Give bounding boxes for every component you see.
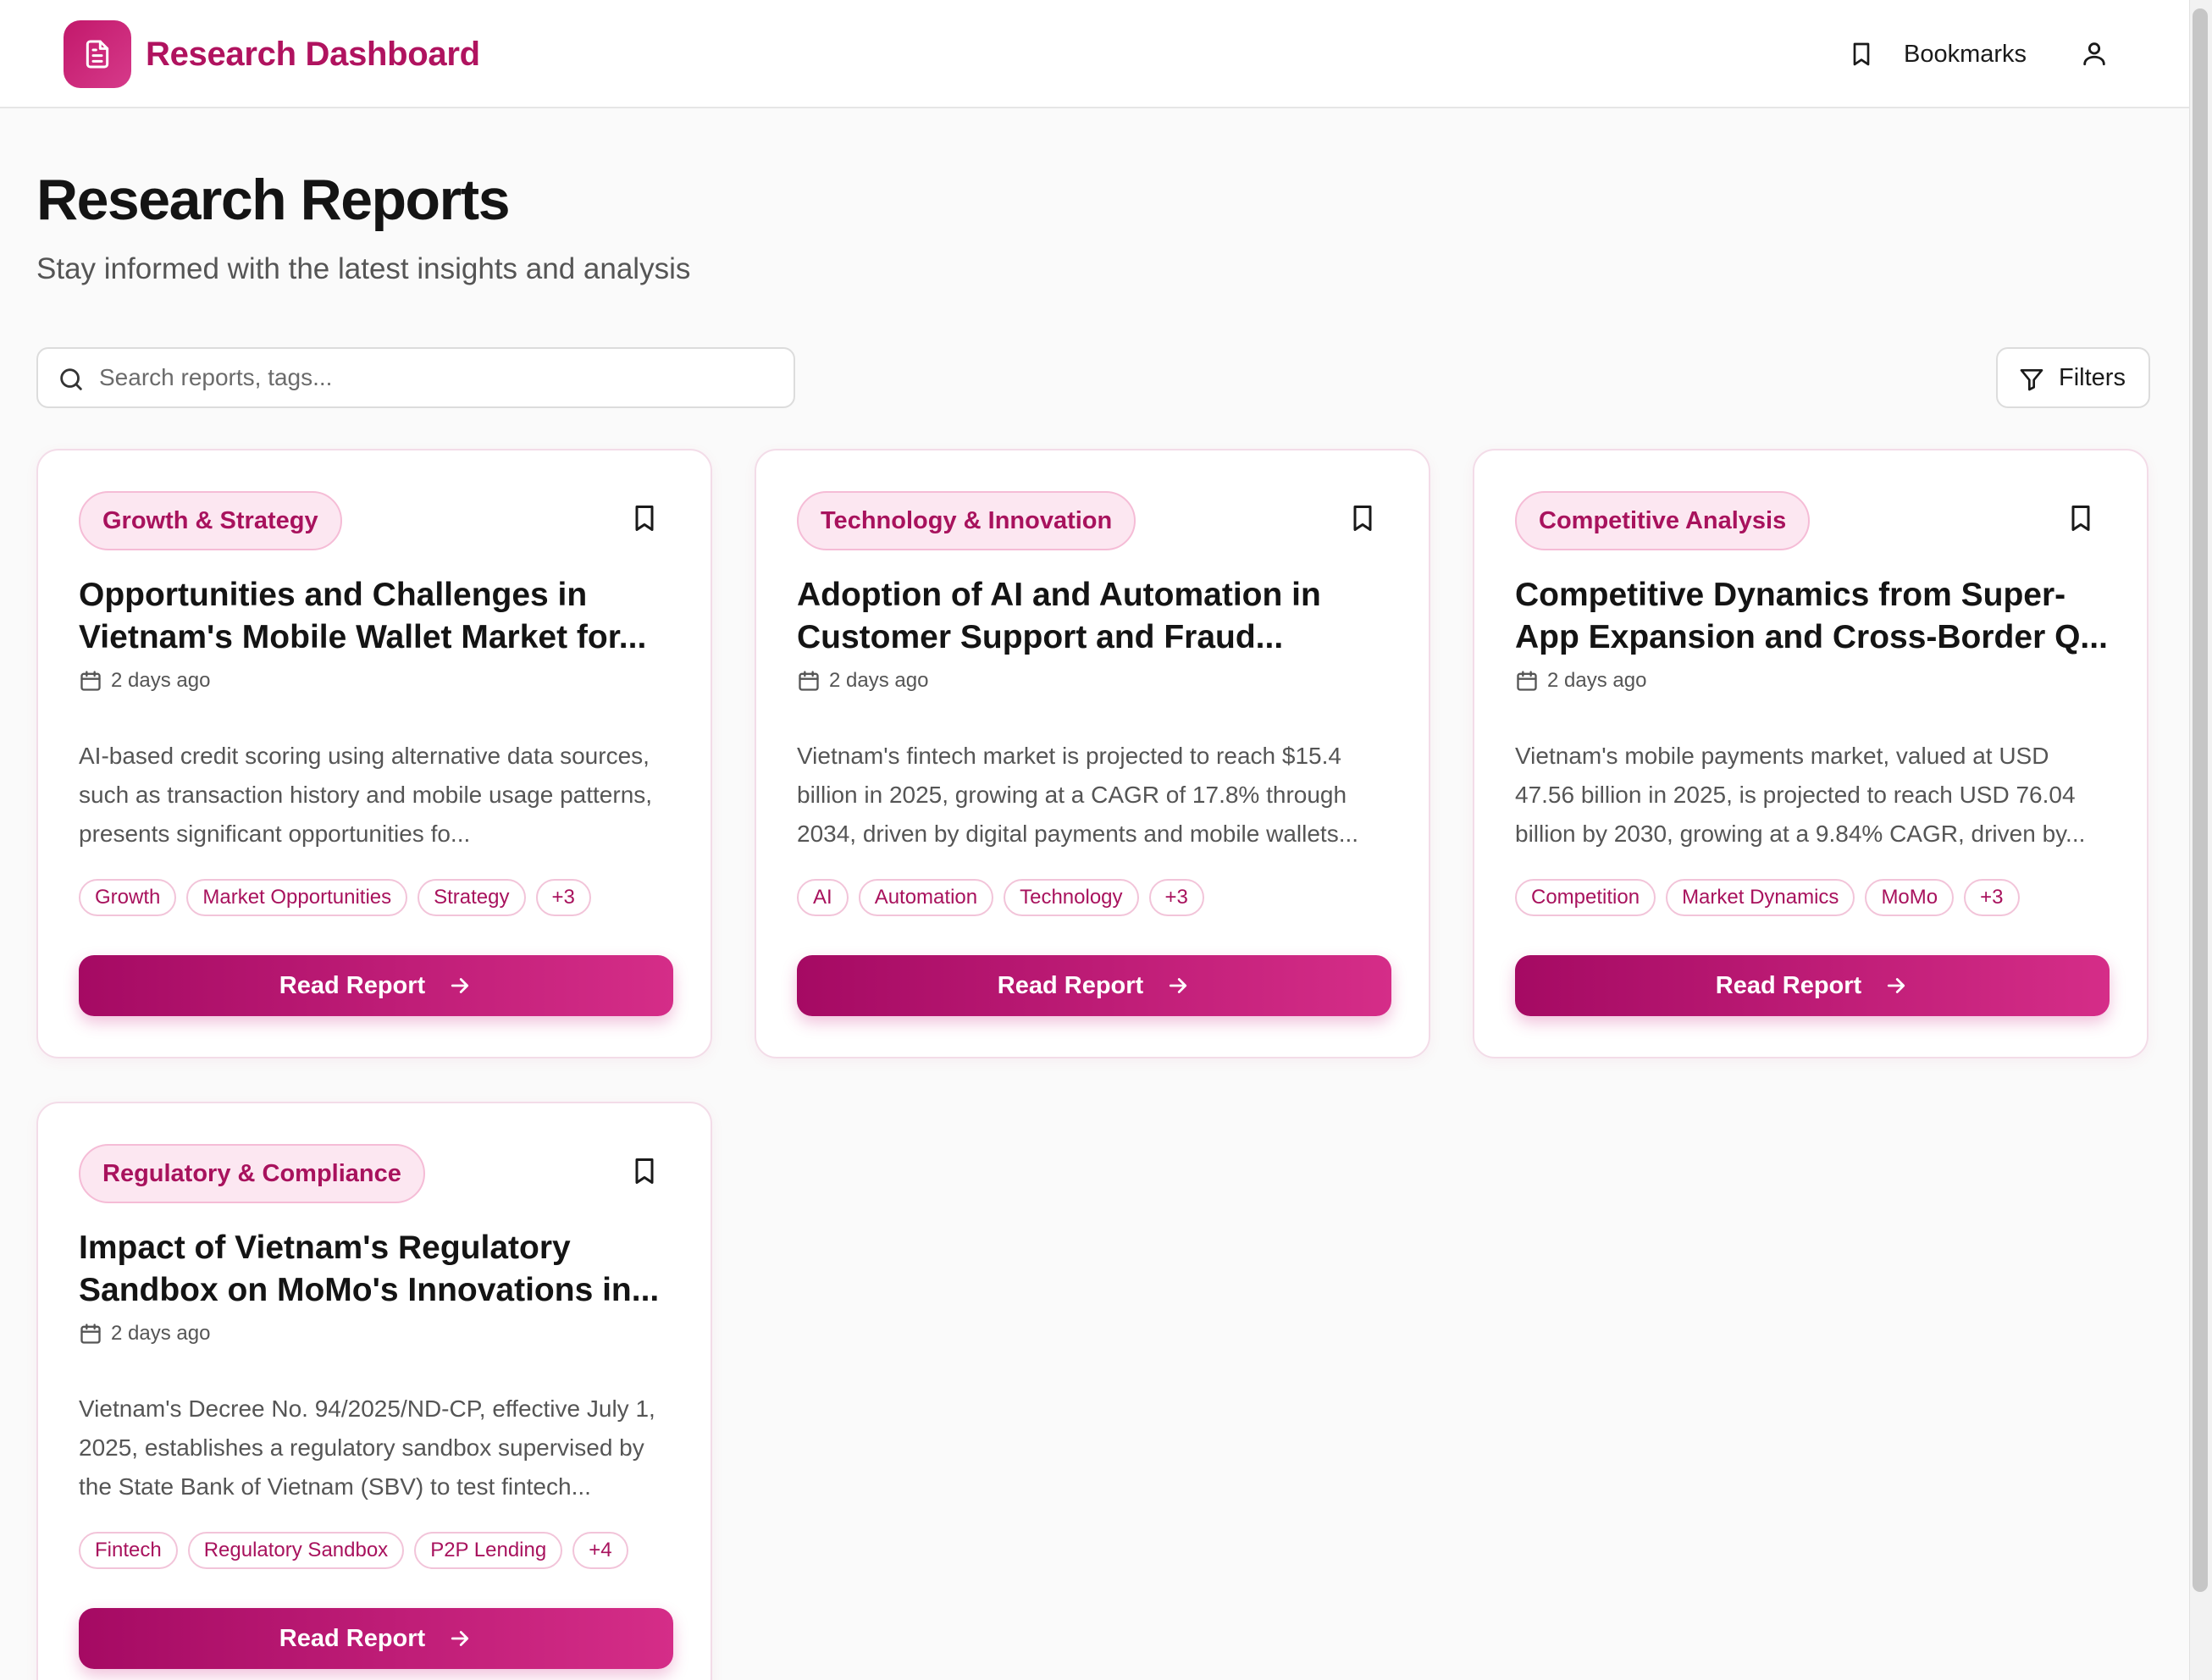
scrollbar-thumb[interactable] [2193, 8, 2208, 1592]
bookmark-icon[interactable] [1848, 41, 1875, 68]
calendar-icon [80, 671, 101, 691]
search-input[interactable] [99, 357, 777, 398]
arrow-right-icon [451, 1631, 469, 1646]
tag-list: Competition Market Dynamics MoMo +3 [1515, 879, 2020, 916]
read-report-button[interactable]: Read Report [79, 955, 673, 1016]
tag-list: Growth Market Opportunities Strategy +3 [79, 879, 591, 916]
report-summary: Vietnam's Decree No. 94/2025/ND-CP, effe… [79, 1395, 655, 1500]
user-icon[interactable] [2080, 39, 2109, 68]
tag-chip[interactable]: +3 [1148, 879, 1204, 916]
category-badge: Growth & Strategy [79, 491, 342, 550]
report-card[interactable]: Growth & Strategy Opportunities and Chal… [36, 449, 712, 1058]
bookmark-icon[interactable] [629, 1156, 660, 1186]
read-report-label: Read Report [997, 972, 1144, 999]
tag-chip[interactable]: AI [797, 879, 849, 916]
report-date: 2 days ago [111, 669, 211, 692]
read-report-button[interactable]: Read Report [1515, 955, 2110, 1016]
filters-button[interactable]: Filters [1996, 347, 2150, 408]
tag-chip[interactable]: +3 [1964, 879, 2020, 916]
filter-icon [2020, 369, 2043, 391]
tag-chip[interactable]: Market Opportunities [186, 879, 408, 916]
document-icon [86, 40, 109, 69]
report-title[interactable]: Impact of Vietnam's Regulatory Sandbox o… [79, 1227, 680, 1312]
read-report-button[interactable]: Read Report [79, 1608, 673, 1669]
report-title[interactable]: Opportunities and Challenges in Vietnam'… [79, 574, 680, 659]
report-card[interactable]: Competitive Analysis Competitive Dynamic… [1473, 449, 2148, 1058]
search-icon [60, 368, 82, 390]
calendar-icon [80, 1324, 101, 1344]
arrow-right-icon [1170, 978, 1187, 993]
bookmark-icon[interactable] [1347, 503, 1378, 533]
tag-chip[interactable]: Automation [858, 879, 994, 916]
tag-list: AI Automation Technology +3 [797, 879, 1204, 916]
report-date: 2 days ago [1547, 669, 1647, 692]
report-title[interactable]: Competitive Dynamics from Super-App Expa… [1515, 574, 2116, 659]
report-card[interactable]: Regulatory & Compliance Impact of Vietna… [36, 1102, 712, 1680]
report-summary: AI-based credit scoring using alternativ… [79, 743, 653, 847]
report-card[interactable]: Technology & Innovation Adoption of AI a… [755, 449, 1430, 1058]
tag-chip[interactable]: Strategy [418, 879, 526, 916]
read-report-label: Read Report [279, 1625, 426, 1652]
report-title[interactable]: Adoption of AI and Automation in Custome… [797, 574, 1398, 659]
tag-chip[interactable]: Competition [1515, 879, 1656, 916]
tag-chip[interactable]: MoMo [1865, 879, 1955, 916]
tag-chip[interactable]: Technology [1004, 879, 1139, 916]
report-summary: Vietnam's mobile payments market, valued… [1515, 743, 2086, 847]
category-badge: Technology & Innovation [797, 491, 1136, 550]
read-report-label: Read Report [279, 972, 426, 999]
search-box[interactable] [36, 347, 795, 408]
report-summary: Vietnam's fintech market is projected to… [797, 743, 1359, 847]
tag-chip[interactable]: P2P Lending [414, 1532, 563, 1569]
tag-chip[interactable]: Regulatory Sandbox [187, 1532, 405, 1569]
report-date: 2 days ago [111, 1322, 211, 1345]
read-report-label: Read Report [1715, 972, 1862, 999]
bookmarks-link[interactable]: Bookmarks [1904, 39, 2027, 69]
tag-chip[interactable]: Fintech [79, 1532, 178, 1569]
page-title: Research Reports [36, 168, 511, 232]
tag-chip[interactable]: +3 [535, 879, 591, 916]
tag-chip[interactable]: +4 [572, 1532, 628, 1569]
tag-list: Fintech Regulatory Sandbox P2P Lending +4 [79, 1532, 628, 1569]
calendar-icon [799, 671, 819, 691]
read-report-button[interactable]: Read Report [797, 955, 1391, 1016]
brand-logo[interactable] [64, 20, 131, 88]
tag-chip[interactable]: Market Dynamics [1666, 879, 1855, 916]
brand-name[interactable]: Research Dashboard [146, 34, 480, 75]
calendar-icon [1517, 671, 1537, 691]
bookmark-icon[interactable] [2065, 503, 2096, 533]
report-date: 2 days ago [829, 669, 929, 692]
bookmark-icon[interactable] [629, 503, 660, 533]
filters-label: Filters [2059, 364, 2126, 391]
tag-chip[interactable]: Growth [79, 879, 177, 916]
arrow-right-icon [1888, 978, 1905, 993]
page-subtitle: Stay informed with the latest insights a… [36, 252, 691, 285]
top-navigation-bar: Research Dashboard Bookmarks [0, 0, 2189, 108]
category-badge: Regulatory & Compliance [79, 1144, 425, 1203]
arrow-right-icon [451, 978, 469, 993]
category-badge: Competitive Analysis [1515, 491, 1811, 550]
